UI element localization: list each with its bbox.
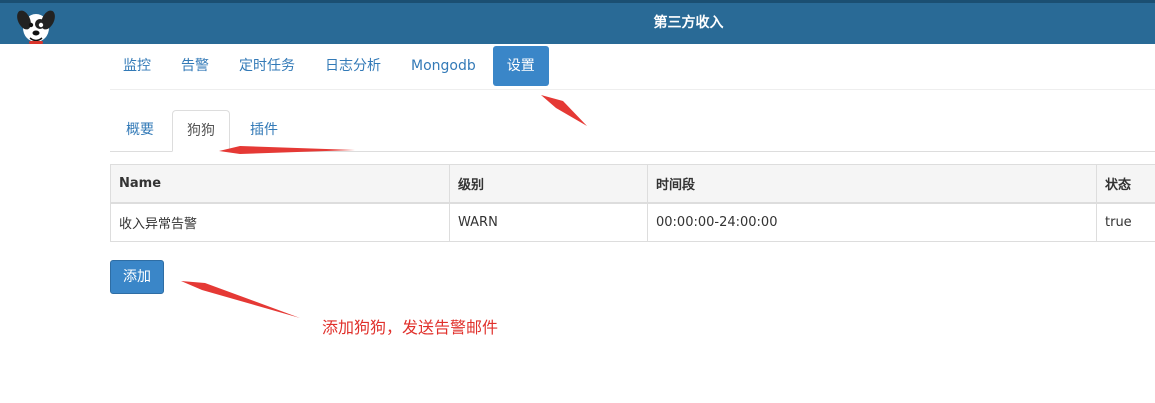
arrow-to-settings-icon bbox=[541, 95, 587, 126]
arrow-to-dogs-tab-icon bbox=[219, 146, 355, 154]
annotation-text: 添加狗狗，发送告警邮件 bbox=[322, 318, 499, 337]
arrow-to-add-button-icon bbox=[181, 281, 300, 318]
annotation-arrows bbox=[181, 95, 587, 318]
